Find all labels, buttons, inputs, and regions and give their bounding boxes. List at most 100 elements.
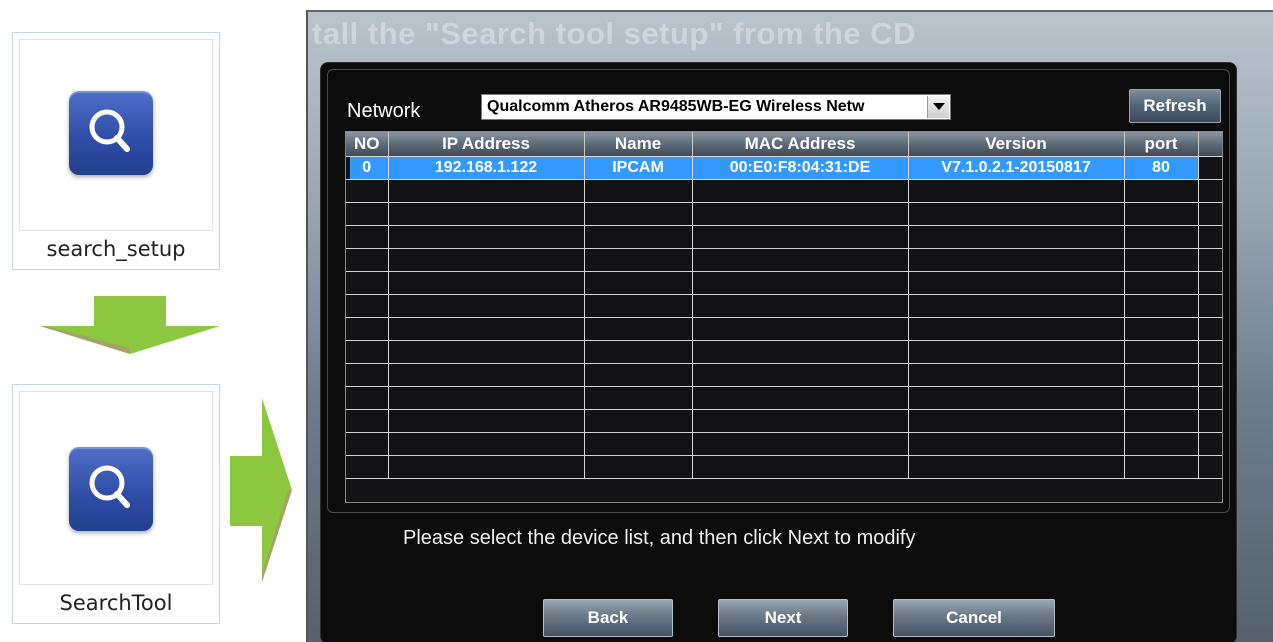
table-cell (1124, 248, 1199, 272)
table-cell (692, 409, 909, 433)
table-cell (908, 409, 1125, 433)
tile-label: search_setup (46, 237, 186, 261)
table-cell (584, 363, 693, 387)
table-cell (388, 317, 585, 341)
table-cell (346, 409, 389, 433)
table-cell (1124, 271, 1199, 295)
table-cell (1124, 202, 1199, 226)
table-cell (388, 409, 585, 433)
arrow-right-icon (230, 398, 294, 587)
table-cell (1198, 317, 1222, 341)
table-cell (1124, 455, 1199, 479)
table-cell (388, 340, 585, 364)
table-cell (908, 179, 1125, 203)
table-cell (584, 455, 693, 479)
searchtool-tile[interactable]: SearchTool (12, 384, 220, 624)
instruction-text: Please select the device list, and then … (403, 527, 916, 549)
table-row[interactable] (346, 248, 1222, 272)
table-cell (908, 248, 1125, 272)
column-header-filler (1198, 132, 1222, 157)
table-cell (1198, 432, 1222, 456)
table-cell (908, 340, 1125, 364)
table-cell (908, 455, 1125, 479)
magnifier-app-icon (69, 91, 153, 175)
table-row[interactable] (346, 363, 1222, 387)
table-cell (692, 432, 909, 456)
table-cell (346, 340, 389, 364)
cell-no[interactable]: 0 (346, 156, 389, 180)
table-cell (692, 455, 909, 479)
table-cell (584, 271, 693, 295)
table-row[interactable] (346, 409, 1222, 433)
table-cell (346, 317, 389, 341)
table-cell (388, 225, 585, 249)
table-cell (692, 340, 909, 364)
table-cell (346, 386, 389, 410)
cell-port[interactable]: 80 (1124, 156, 1199, 180)
column-header-no[interactable]: NO (346, 132, 389, 157)
table-cell (346, 363, 389, 387)
table-cell (584, 248, 693, 272)
background-caption: tall the "Search tool setup" from the CD (312, 16, 917, 51)
table-cell (1198, 179, 1222, 203)
next-button[interactable]: Next (718, 599, 848, 637)
table-cell (692, 225, 909, 249)
table-cell (908, 225, 1125, 249)
table-cell (346, 202, 389, 226)
table-cell (1124, 225, 1199, 249)
magnifier-app-icon (69, 447, 153, 531)
column-header-ip[interactable]: IP Address (388, 132, 585, 157)
table-row[interactable] (346, 455, 1222, 479)
network-label: Network (347, 100, 421, 122)
column-header-name[interactable]: Name (584, 132, 693, 157)
cell-ip[interactable]: 192.168.1.122 (388, 156, 585, 180)
search-setup-tile[interactable]: search_setup (12, 32, 220, 270)
refresh-button[interactable]: Refresh (1129, 89, 1221, 123)
table-row[interactable] (346, 386, 1222, 410)
dialog-panel: Network Qualcomm Atheros AR9485WB-EG Wir… (320, 62, 1237, 642)
table-cell (692, 317, 909, 341)
table-cell (388, 202, 585, 226)
table-cell (584, 386, 693, 410)
column-header-port[interactable]: port (1124, 132, 1199, 157)
table-cell (908, 317, 1125, 341)
table-header-row: NO IP Address Name MAC Address Version p… (346, 132, 1222, 157)
table-row[interactable] (346, 432, 1222, 456)
cell-version[interactable]: V7.1.0.2.1-20150817 (908, 156, 1125, 180)
table-row[interactable] (346, 294, 1222, 318)
table-cell (1198, 455, 1222, 479)
table-row[interactable] (346, 179, 1222, 203)
table-row[interactable] (346, 340, 1222, 364)
table-cell (692, 202, 909, 226)
table-row[interactable] (346, 225, 1222, 249)
table-cell (388, 455, 585, 479)
table-cell (1124, 386, 1199, 410)
table-cell (388, 271, 585, 295)
search-tool-dialog: tall the "Search tool setup" from the CD… (306, 10, 1273, 642)
table-cell (692, 294, 909, 318)
back-button[interactable]: Back (543, 599, 673, 637)
cell-filler (1198, 156, 1222, 180)
table-cell (584, 409, 693, 433)
table-row[interactable] (346, 202, 1222, 226)
table-cell (908, 271, 1125, 295)
chevron-down-icon[interactable] (927, 96, 949, 118)
table-cell (1124, 340, 1199, 364)
table-cell (584, 432, 693, 456)
table-cell (1198, 409, 1222, 433)
cell-mac[interactable]: 00:E0:F8:04:31:DE (692, 156, 909, 180)
table-row[interactable] (346, 271, 1222, 295)
column-header-version[interactable]: Version (908, 132, 1125, 157)
table-row[interactable] (346, 317, 1222, 341)
network-select[interactable]: Qualcomm Atheros AR9485WB-EG Wireless Ne… (481, 94, 951, 120)
cancel-button[interactable]: Cancel (893, 599, 1055, 637)
cell-name[interactable]: IPCAM (584, 156, 693, 180)
table-row[interactable]: 0 192.168.1.122 IPCAM 00:E0:F8:04:31:DE … (346, 156, 1222, 180)
table-cell (1198, 248, 1222, 272)
table-cell (584, 225, 693, 249)
table-cell (584, 202, 693, 226)
arrow-down-icon (40, 296, 220, 361)
column-header-mac[interactable]: MAC Address (692, 132, 909, 157)
table-cell (908, 202, 1125, 226)
table-cell (908, 386, 1125, 410)
